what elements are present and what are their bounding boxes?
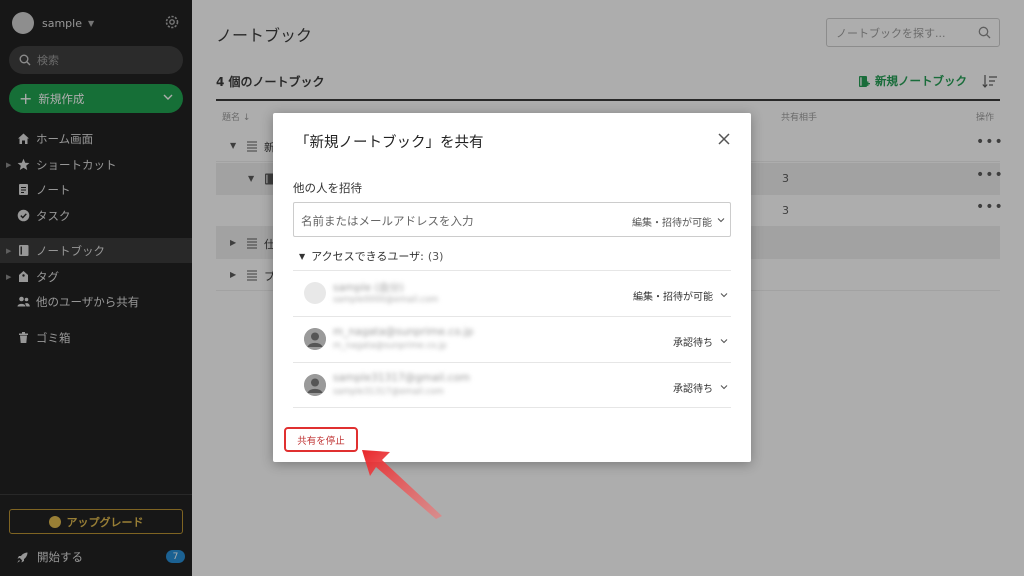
pointer-arrow-icon [362,450,442,519]
access-count: (3) [427,249,444,263]
dialog-title: 「新規ノートブック」を共有 [295,135,484,151]
close-icon[interactable] [717,132,731,146]
share-notebook-dialog: 「新規ノートブック」を共有 他の人を招待 名前またはメールアドレスを入力 編集・… [273,113,751,462]
user-permission-select[interactable]: 承認待ち [673,380,713,395]
collapse-arrow-icon: ▼ [299,251,306,261]
chevron-down-icon[interactable] [720,383,728,391]
chevron-down-icon[interactable] [720,337,728,345]
user-permission-select[interactable]: 承認待ち [673,334,713,349]
user-email: m_nagata@sunprime.co.jp [333,341,447,351]
user-name: sample31317@gmail.com [333,372,471,384]
avatar [304,282,326,304]
avatar [304,328,326,350]
invite-input[interactable]: 名前またはメールアドレスを入力 編集・招待が可能 [293,202,731,237]
user-email: sample31317@email.com [333,387,444,397]
user-email: sample0000@email.com [333,295,439,305]
user-row: sample (自分) sample0000@email.com 編集・招待が可… [293,270,731,316]
user-name: sample (自分) [333,282,404,294]
avatar [304,374,326,396]
chevron-down-icon[interactable] [720,291,728,299]
access-label: アクセスできるユーザ: [311,250,424,263]
stop-sharing-button[interactable]: 共有を停止 [284,427,358,452]
user-row: m_nagata@sunprime.co.jp m_nagata@sunprim… [293,316,731,362]
access-list-toggle[interactable]: ▼ アクセスできるユーザ: (3) [299,248,443,264]
invite-label: 他の人を招待 [293,181,362,195]
invite-permission-select[interactable]: 編集・招待が可能 [632,214,712,229]
list-divider [293,407,731,408]
user-name: m_nagata@sunprime.co.jp [333,326,474,338]
user-permission-select[interactable]: 編集・招待が可能 [633,288,713,303]
chevron-down-icon[interactable] [717,216,725,224]
invite-placeholder: 名前またはメールアドレスを入力 [301,214,474,228]
user-row: sample31317@gmail.com sample31317@email.… [293,362,731,408]
